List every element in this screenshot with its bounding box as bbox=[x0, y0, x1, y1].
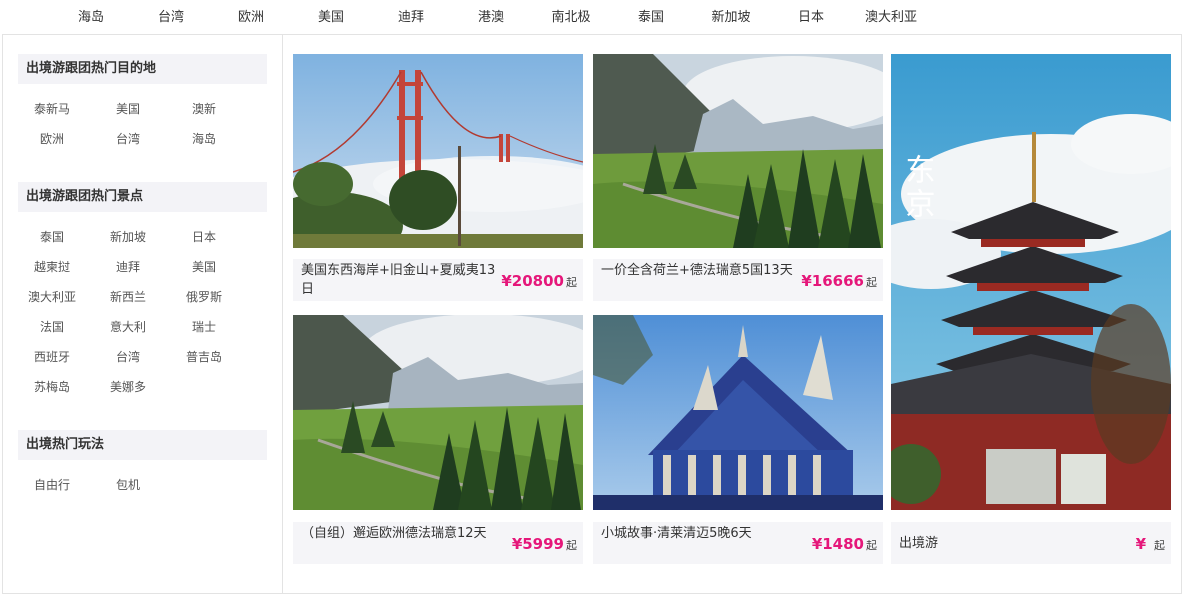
price-suffix: 起 bbox=[566, 276, 577, 289]
sidebar-link[interactable]: 普吉岛 bbox=[174, 348, 234, 365]
sidebar-link[interactable]: 新加坡 bbox=[98, 228, 158, 245]
tab-dubai[interactable]: 迪拜 bbox=[376, 6, 446, 25]
sidebar-divider bbox=[282, 34, 283, 594]
sidebar-link[interactable]: 澳新 bbox=[174, 100, 234, 117]
sidebar-link[interactable]: 西班牙 bbox=[22, 348, 82, 365]
tab-thailand[interactable]: 泰国 bbox=[616, 6, 686, 25]
sidebar-link[interactable]: 美国 bbox=[98, 100, 158, 117]
sidebar-link[interactable]: 俄罗斯 bbox=[174, 288, 234, 305]
sidebar-link[interactable]: 意大利 bbox=[98, 318, 158, 335]
destination-tabs: 海岛 台湾 欧洲 美国 迪拜 港澳 南北极 泰国 新加坡 日本 澳大利亚 bbox=[0, 0, 1182, 34]
card-caption[interactable]: （自组）邂逅欧洲德法瑞意12天 ¥5999 起 bbox=[293, 522, 583, 564]
price-value: ¥16666 bbox=[801, 272, 864, 290]
card-image-alpine-meadow[interactable] bbox=[293, 315, 583, 510]
card-caption[interactable]: 小城故事·清莱清迈5晚6天 ¥1480 起 bbox=[593, 522, 883, 564]
feature-price: ¥ 起 bbox=[1136, 534, 1165, 553]
sidebar-link[interactable]: 法国 bbox=[22, 318, 82, 335]
feature-image-title: 东京 bbox=[900, 154, 935, 222]
sidebar-link[interactable]: 台湾 bbox=[98, 130, 158, 147]
feature-title: 出境游 bbox=[899, 536, 939, 551]
card-title: 美国东西海岸+旧金山+夏威夷13日 bbox=[301, 263, 496, 297]
price-value: ¥ bbox=[1135, 535, 1146, 553]
section-title-hot-ways: 出境热门玩法 bbox=[18, 430, 267, 460]
sidebar-link[interactable]: 迪拜 bbox=[98, 258, 158, 275]
card-caption[interactable]: 美国东西海岸+旧金山+夏威夷13日 ¥20800 起 bbox=[293, 259, 583, 301]
card-caption[interactable]: 一价全含荷兰+德法瑞意5国13天 ¥16666 起 bbox=[593, 259, 883, 301]
section-title-hot-attractions: 出境游跟团热门景点 bbox=[18, 182, 267, 212]
price-suffix: 起 bbox=[866, 276, 877, 289]
tab-taiwan[interactable]: 台湾 bbox=[136, 6, 206, 25]
sidebar-link[interactable]: 日本 bbox=[174, 228, 234, 245]
sidebar-link[interactable]: 台湾 bbox=[98, 348, 158, 365]
card-price: ¥1480 起 bbox=[812, 534, 877, 553]
card-price: ¥16666 起 bbox=[801, 271, 877, 290]
tab-europe[interactable]: 欧洲 bbox=[216, 6, 286, 25]
sidebar-link[interactable]: 包机 bbox=[98, 476, 158, 493]
tab-hk-macau[interactable]: 港澳 bbox=[456, 6, 526, 25]
price-value: ¥20800 bbox=[501, 272, 564, 290]
card-title: 小城故事·清莱清迈5晚6天 bbox=[601, 526, 752, 541]
sidebar-link[interactable]: 自由行 bbox=[22, 476, 82, 493]
card-image-alpine-valley[interactable] bbox=[593, 54, 883, 248]
sidebar-link[interactable]: 瑞士 bbox=[174, 318, 234, 335]
sidebar-link[interactable]: 澳大利亚 bbox=[22, 288, 82, 305]
card-image-golden-gate[interactable] bbox=[293, 54, 583, 248]
sidebar-link[interactable]: 欧洲 bbox=[22, 130, 82, 147]
price-value: ¥1480 bbox=[811, 535, 864, 553]
sidebar-link[interactable]: 越柬挝 bbox=[22, 258, 82, 275]
tab-japan[interactable]: 日本 bbox=[776, 6, 846, 25]
card-image-blue-temple[interactable] bbox=[593, 315, 883, 510]
card-title: 一价全含荷兰+德法瑞意5国13天 bbox=[601, 263, 793, 278]
tab-hainan[interactable]: 海岛 bbox=[56, 6, 126, 25]
feature-image-tokyo-pagoda[interactable]: 东京 bbox=[891, 54, 1171, 510]
card-price: ¥20800 起 bbox=[501, 271, 577, 290]
price-suffix: 起 bbox=[1154, 539, 1165, 552]
feature-caption[interactable]: 出境游 ¥ 起 bbox=[891, 522, 1171, 564]
tab-australia[interactable]: 澳大利亚 bbox=[856, 6, 926, 25]
sidebar-link[interactable]: 新西兰 bbox=[98, 288, 158, 305]
price-value: ¥5999 bbox=[511, 535, 564, 553]
sidebar-link[interactable]: 美娜多 bbox=[98, 378, 158, 395]
sidebar-link[interactable]: 海岛 bbox=[174, 130, 234, 147]
section-title-hot-destinations: 出境游跟团热门目的地 bbox=[18, 54, 267, 84]
card-price: ¥5999 起 bbox=[512, 534, 577, 553]
sidebar-link[interactable]: 苏梅岛 bbox=[22, 378, 82, 395]
card-title: （自组）邂逅欧洲德法瑞意12天 bbox=[301, 526, 487, 541]
tab-usa[interactable]: 美国 bbox=[296, 6, 366, 25]
sidebar-link[interactable]: 泰国 bbox=[22, 228, 82, 245]
tab-singapore[interactable]: 新加坡 bbox=[696, 6, 766, 25]
sidebar-link[interactable]: 美国 bbox=[174, 258, 234, 275]
sidebar-link[interactable]: 泰新马 bbox=[22, 100, 82, 117]
tab-polar[interactable]: 南北极 bbox=[536, 6, 606, 25]
price-suffix: 起 bbox=[866, 539, 877, 552]
price-suffix: 起 bbox=[566, 539, 577, 552]
